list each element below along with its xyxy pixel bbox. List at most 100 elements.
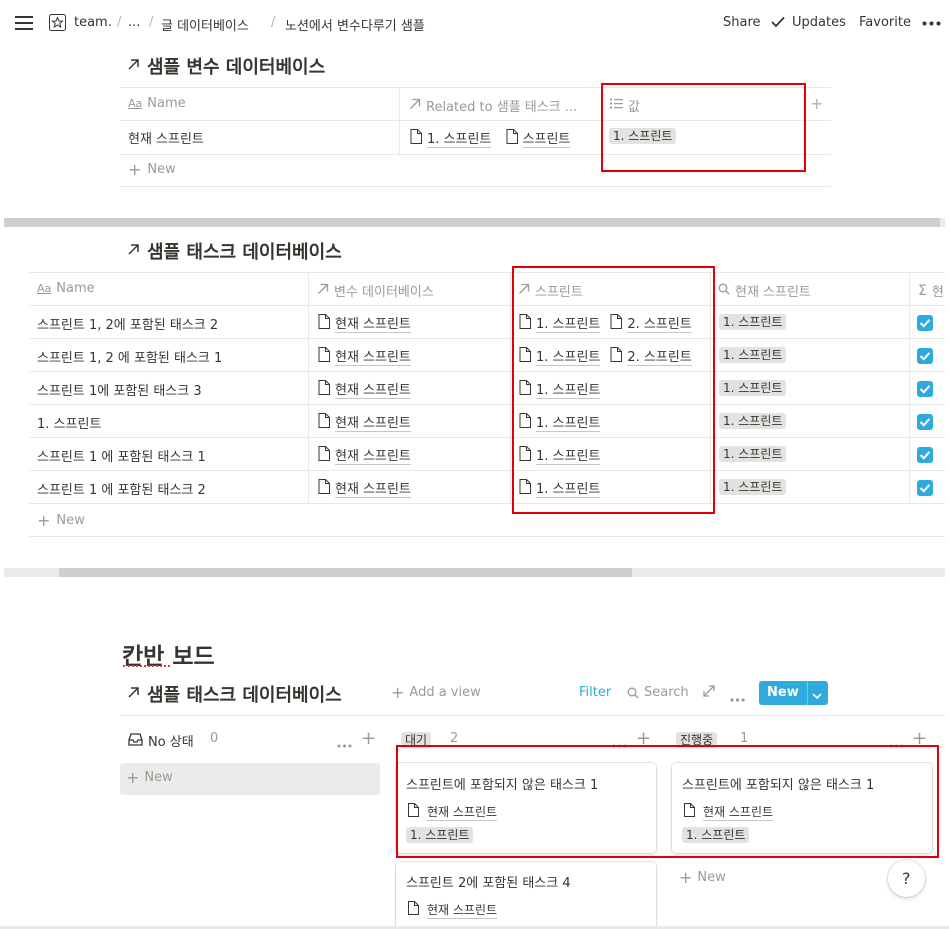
checkbox[interactable] bbox=[917, 381, 933, 397]
column-header-name[interactable]: Aa Name bbox=[128, 96, 186, 111]
column-header-formula[interactable]: Σ 현 bbox=[918, 281, 944, 301]
checkbox[interactable] bbox=[917, 315, 933, 331]
add-view-button[interactable]: + Add a view bbox=[391, 685, 481, 701]
relation-link[interactable]: 현재 스프린트 bbox=[335, 478, 411, 498]
divider bbox=[29, 272, 945, 273]
breadcrumb-separator: / bbox=[117, 15, 122, 30]
new-page-button[interactable]: New bbox=[759, 681, 828, 705]
relation-link[interactable]: 현재 스프린트 bbox=[335, 379, 411, 399]
task-name-link[interactable]: 스프린트 1 에 포함된 태스크 1 bbox=[37, 450, 206, 465]
group-count: 1 bbox=[740, 731, 749, 746]
share-button[interactable]: Share bbox=[723, 15, 761, 30]
updates-button[interactable]: Updates bbox=[792, 15, 846, 30]
column-header-current-sprint[interactable]: 현재 스프린트 bbox=[718, 281, 811, 300]
top-bar: team. / ... / 글 데이터베이스 / 노션에서 변수다루기 샘플 S… bbox=[0, 0, 949, 46]
text-property-icon: Aa bbox=[37, 282, 52, 295]
highlight-box bbox=[396, 745, 939, 858]
task-row-current-sprint[interactable]: 1. 스프린트 bbox=[719, 478, 907, 495]
task-row-name[interactable]: 스프린트 1, 2에 포함된 태스크 2 bbox=[37, 314, 305, 333]
task-row-name[interactable]: 스프린트 1, 2 에 포함된 태스크 1 bbox=[37, 347, 305, 366]
current-sprint-tag: 1. 스프린트 bbox=[719, 380, 787, 396]
menu-icon[interactable] bbox=[15, 15, 33, 31]
relation-link[interactable]: 현재 스프린트 bbox=[335, 346, 411, 366]
column-header-name[interactable]: Aa Name bbox=[37, 281, 95, 296]
task-name-link[interactable]: 1. 스프린트 bbox=[37, 417, 102, 432]
chevron-down-icon[interactable] bbox=[812, 689, 822, 704]
more-options-icon[interactable] bbox=[730, 691, 745, 706]
page-icon bbox=[318, 313, 330, 333]
highlight-box bbox=[512, 266, 715, 514]
checkbox[interactable] bbox=[917, 480, 933, 496]
workspace-star-icon bbox=[49, 14, 66, 31]
var-row-related[interactable]: 1. 스프린트 스프린트 bbox=[410, 128, 602, 148]
task-row-variable[interactable]: 현재 스프린트 bbox=[318, 478, 508, 498]
task-row-name[interactable]: 스프린트 1 에 포함된 태스크 2 bbox=[37, 479, 305, 498]
filter-button[interactable]: Filter bbox=[579, 685, 611, 700]
divider bbox=[29, 536, 945, 537]
relation-link[interactable]: 현재 스프린트 bbox=[335, 412, 411, 432]
divider bbox=[29, 404, 945, 405]
checkbox[interactable] bbox=[917, 447, 933, 463]
group-new-card-button[interactable]: + New bbox=[679, 870, 726, 886]
relation-arrow-icon bbox=[317, 283, 329, 299]
search-button[interactable]: Search bbox=[627, 685, 689, 703]
column-header-label: 변수 데이터베이스 bbox=[334, 285, 434, 300]
relation-link[interactable]: 현재 스프린트 bbox=[335, 445, 411, 465]
add-property-icon[interactable]: + bbox=[810, 94, 823, 113]
column-header-related[interactable]: Related to 샘플 태스크 ... bbox=[409, 96, 577, 115]
more-icon[interactable] bbox=[922, 21, 941, 26]
variable-db-title[interactable]: 샘플 변수 데이터베이스 bbox=[147, 53, 325, 79]
divider bbox=[120, 715, 945, 716]
task-name-link[interactable]: 스프린트 1, 2에 포함된 태스크 2 bbox=[37, 318, 219, 333]
group-new-card-button[interactable]: + New bbox=[120, 763, 380, 795]
task-db-title[interactable]: 샘플 태스크 데이터베이스 bbox=[147, 238, 342, 264]
breadcrumb-page[interactable]: 노션에서 변수다루기 샘플 bbox=[285, 15, 425, 34]
task-row-current-sprint[interactable]: 1. 스프린트 bbox=[719, 379, 907, 396]
new-label: + New bbox=[126, 768, 173, 787]
task-row-name[interactable]: 스프린트 1에 포함된 태스크 3 bbox=[37, 380, 305, 399]
divider bbox=[29, 305, 945, 306]
task-row-variable[interactable]: 현재 스프린트 bbox=[318, 346, 508, 366]
relation-link[interactable]: 현재 스프린트 bbox=[335, 313, 411, 333]
var-new-row-button[interactable]: + New bbox=[128, 162, 176, 178]
kanban-db-title[interactable]: 샘플 태스크 데이터베이스 bbox=[147, 681, 342, 707]
task-row-name[interactable]: 스프린트 1 에 포함된 태스크 1 bbox=[37, 446, 305, 465]
group-more-icon[interactable] bbox=[337, 737, 352, 752]
breadcrumb-workspace[interactable]: team. bbox=[74, 15, 112, 30]
checkbox[interactable] bbox=[917, 348, 933, 364]
breadcrumb-ellipsis[interactable]: ... bbox=[128, 15, 140, 30]
var-row-name[interactable]: 현재 스프린트 bbox=[128, 128, 204, 147]
task-row-variable[interactable]: 현재 스프린트 bbox=[318, 445, 508, 465]
task-row-current-sprint[interactable]: 1. 스프린트 bbox=[719, 313, 907, 330]
task-name-link[interactable]: 스프린트 1 에 포함된 태스크 2 bbox=[37, 483, 206, 498]
group-no-status-label[interactable]: No 상태 bbox=[148, 731, 194, 750]
kanban-card[interactable]: 스프린트 2에 포함된 태스크 4 현재 스프린트 bbox=[396, 862, 656, 929]
group-add-icon[interactable]: + bbox=[361, 728, 376, 749]
relation-link[interactable]: 1. 스프린트 bbox=[427, 128, 492, 148]
sigma-icon: Σ bbox=[918, 282, 927, 299]
task-row-current-sprint[interactable]: 1. 스프린트 bbox=[719, 412, 907, 429]
task-row-variable[interactable]: 현재 스프린트 bbox=[318, 412, 508, 432]
relation-link[interactable]: 스프린트 bbox=[522, 128, 571, 148]
task-row-variable[interactable]: 현재 스프린트 bbox=[318, 313, 508, 333]
task-row-current-sprint[interactable]: 1. 스프린트 bbox=[719, 445, 907, 462]
current-sprint-tag: 1. 스프린트 bbox=[719, 314, 787, 330]
column-header-label: 현 bbox=[931, 285, 944, 300]
card-variable-link[interactable]: 현재 스프린트 bbox=[427, 901, 498, 919]
task-new-row-button[interactable]: + New bbox=[37, 513, 85, 529]
task-row-current-sprint[interactable]: 1. 스프린트 bbox=[719, 346, 907, 363]
task-name-link[interactable]: 스프린트 1에 포함된 태스크 3 bbox=[37, 384, 202, 399]
help-button[interactable]: ? bbox=[888, 860, 925, 897]
page-icon bbox=[318, 412, 330, 432]
task-row-name[interactable]: 1. 스프린트 bbox=[37, 413, 305, 432]
task-row-variable[interactable]: 현재 스프린트 bbox=[318, 379, 508, 399]
scrollbar-thumb[interactable] bbox=[4, 218, 940, 227]
breadcrumb-database[interactable]: 글 데이터베이스 bbox=[161, 15, 249, 34]
expand-icon[interactable] bbox=[703, 685, 715, 701]
favorite-button[interactable]: Favorite bbox=[859, 15, 911, 30]
checkbox[interactable] bbox=[917, 414, 933, 430]
column-header-label: Related to 샘플 태스크 ... bbox=[426, 100, 578, 115]
task-name-link[interactable]: 스프린트 1, 2 에 포함된 태스크 1 bbox=[37, 351, 223, 366]
column-header-variable-db[interactable]: 변수 데이터베이스 bbox=[317, 281, 434, 300]
scrollbar-thumb[interactable] bbox=[59, 568, 632, 577]
